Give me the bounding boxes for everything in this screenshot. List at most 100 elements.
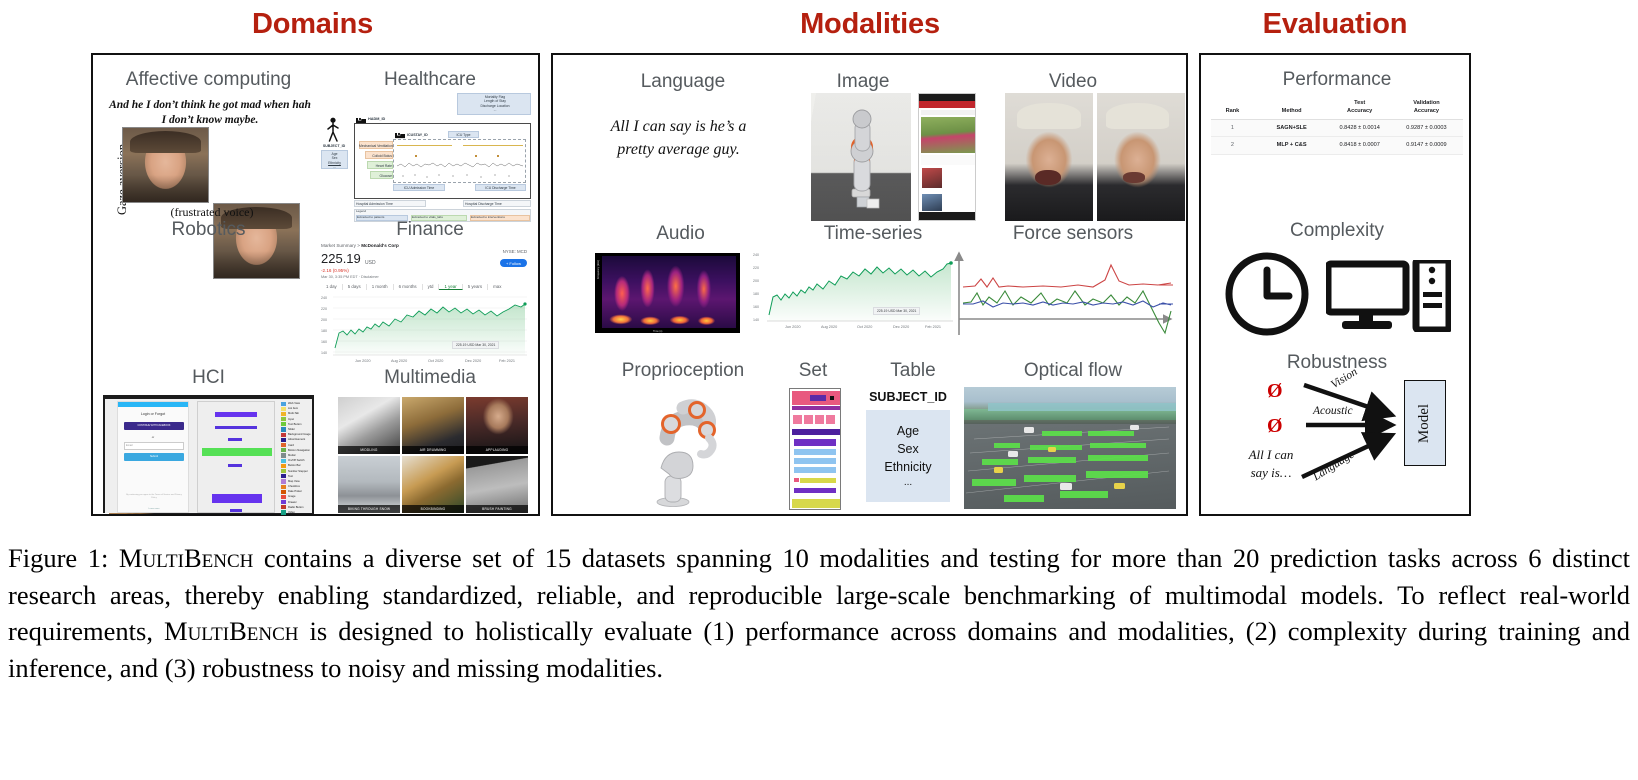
finance-range-ytd[interactable]: ytd	[423, 284, 440, 290]
healthcare-legend-title: Legend	[356, 209, 367, 213]
finance-ytick-2: 200	[321, 318, 327, 322]
healthcare-diagram: Mortality Flag Length of Stay Discharge Lo…	[315, 93, 535, 223]
multimedia-caption-3: BIKING THROUGH SNOW	[338, 505, 400, 513]
healthcare-row-label-2: Heart Rate	[375, 163, 392, 168]
table-field-1: Sex	[897, 441, 919, 456]
column-title-domains: Domains	[251, 8, 374, 40]
hci-submit-button-label[interactable]: Submit	[124, 455, 184, 458]
affective-voice-caption: (frustrated voice)	[170, 205, 254, 219]
force-sensor-plot	[953, 247, 1178, 339]
section-title-optical-flow: Optical flow	[1023, 360, 1123, 381]
finance-range-1year[interactable]: 1 year	[439, 284, 463, 290]
heart-rate-signal	[397, 162, 523, 168]
finance-range-5years[interactable]: 5 years	[463, 284, 489, 290]
finance-range-6months[interactable]: 6 months	[394, 284, 423, 290]
hci-legend-15: Map View	[288, 479, 300, 483]
section-title-performance: Performance	[1282, 69, 1392, 90]
hci-legend-7: Advertisement	[288, 438, 306, 442]
table-field-0: Age	[896, 423, 920, 438]
healthcare-hadm-id-label: HADM_ID	[368, 117, 386, 121]
perf-col-method: Method	[1253, 97, 1330, 121]
hospital-bed-icon	[356, 117, 366, 124]
table-fields-box: Age Sex Ethnicity ...	[866, 410, 950, 502]
hci-legend-18: Image	[288, 495, 296, 499]
section-title-timeseries: Time-series	[823, 223, 923, 244]
affective-face-frame-1	[122, 127, 209, 203]
multimedia-caption-5: BRUSH PAINTING	[466, 505, 528, 513]
finance-range-1month[interactable]: 1 month	[367, 284, 394, 290]
healthcare-hosp-discharge: Hospital Discharge Time	[465, 202, 502, 206]
optical-flow-vectors	[965, 403, 1176, 502]
healthcare-icu-admission: ICU Admission Time	[403, 186, 435, 190]
finance-currency: USD	[365, 260, 376, 266]
computer-icon	[1326, 260, 1451, 332]
audio-x-axis-label: Time (s)	[653, 330, 663, 333]
hci-legend: Web View List Item Multi-Tab Input Text …	[281, 401, 311, 515]
finance-range-max[interactable]: max	[488, 284, 506, 290]
finance-price: 225.19	[321, 251, 361, 266]
robustness-arrows	[1301, 382, 1397, 480]
finance-range-1day[interactable]: 1 day	[321, 284, 343, 290]
perf-row1-val: 0.9147 ± 0.0009	[1389, 136, 1463, 155]
figure-region: Domains Modalities Evaluation Affective …	[0, 0, 1638, 535]
language-quote-line2: pretty average guy.	[617, 141, 740, 158]
hci-legend-17: Date Picker	[288, 490, 302, 494]
hci-legend-6: Background Image	[288, 433, 311, 437]
finance-ytick-0: 240	[321, 296, 327, 300]
perf-col-val: Validation Accuracy	[1389, 97, 1463, 121]
finance-follow-button[interactable]: + Follow	[499, 259, 527, 267]
hci-legend-20: Radio Button	[288, 505, 304, 509]
hci-legend-14: Text	[288, 474, 293, 478]
timeseries-ytick-2: 200	[753, 279, 759, 283]
caption-name-2: MultiBench	[164, 616, 299, 647]
hci-email-placeholder[interactable]: Email	[126, 444, 156, 447]
hci-facebook-button-label[interactable]: CONTINUE WITH FACEBOOK	[124, 424, 184, 427]
finance-ytick-4: 160	[321, 340, 327, 344]
perf-row0-test: 0.8428 ± 0.0014	[1329, 119, 1390, 138]
multimedia-caption-2: APPLAUDING	[466, 446, 528, 454]
figure-caption: Figure 1: MultiBench contains a diverse …	[8, 540, 1630, 687]
image-robot-photo	[811, 93, 911, 221]
finance-exchange: NYSE: MCD	[502, 249, 527, 254]
finance-ytick-1: 220	[321, 307, 327, 311]
timeseries-xtick-1: Aug 2020	[821, 325, 838, 329]
model-box-label: Model	[1416, 403, 1433, 443]
video-frame-1	[1005, 93, 1093, 221]
hci-legend-4: Text Button	[288, 422, 302, 426]
finance-range-tabs[interactable]: 1 day 5 days 1 month 6 months ytd 1 year…	[321, 284, 506, 290]
set-visualization	[789, 388, 841, 510]
multimedia-caption-4: BOOKBINDING	[402, 505, 464, 513]
multimedia-cell: MIDDLING	[338, 397, 400, 454]
hci-legend-11: On/Off Switch	[288, 459, 305, 463]
hci-legend-3: Input	[288, 417, 294, 421]
multimedia-caption-0: MIDDLING	[338, 446, 400, 454]
hci-legend-16: Checkbox	[288, 485, 300, 489]
hci-legend-12: Button Bar	[288, 464, 301, 468]
audio-spectrogram: Frequency (kHz) Time (s)	[595, 253, 740, 333]
robustness-empty-acoustic: Ø	[1267, 415, 1283, 437]
caption-name-1: MultiBench	[118, 543, 254, 573]
column-title-modalities: Modalities	[800, 8, 940, 40]
hci-legend-10: Modal	[288, 453, 296, 457]
finance-tooltip: 225.19 USD Mar 30, 2021	[452, 341, 500, 349]
multimedia-cell: APPLAUDING	[466, 397, 528, 454]
finance-delta: -2.16 (0.95%)	[321, 268, 349, 273]
finance-xtick-2: Oct 2020	[428, 359, 444, 363]
finance-company-name: McDonald's Corp	[361, 243, 399, 248]
multimedia-caption-1: AIR DRUMMING	[402, 446, 464, 454]
section-title-finance: Finance	[396, 219, 464, 240]
patient-icon	[327, 117, 339, 142]
perf-row0-val: 0.9287 ± 0.0003	[1389, 119, 1463, 138]
section-title-robotics: Robotics	[171, 219, 246, 240]
healthcare-row-label-3: Glucose	[379, 173, 392, 178]
perf-row1-method: MLP + C&S	[1253, 136, 1330, 155]
hci-wireframe	[197, 401, 275, 513]
healthcare-subject-id-label: SUBJECT_ID	[322, 144, 346, 148]
finance-range-5days[interactable]: 5 days	[343, 284, 367, 290]
hci-footer-link[interactable]: Learn more	[124, 508, 184, 510]
section-title-audio: Audio	[656, 223, 705, 244]
table-field-2: Ethnicity	[884, 459, 932, 474]
healthcare-outcome-fields: Mortality Flag Length of Stay Discharge Lo…	[480, 95, 510, 112]
section-title-robustness: Robustness	[1286, 352, 1388, 373]
video-frame-2	[1097, 93, 1185, 221]
